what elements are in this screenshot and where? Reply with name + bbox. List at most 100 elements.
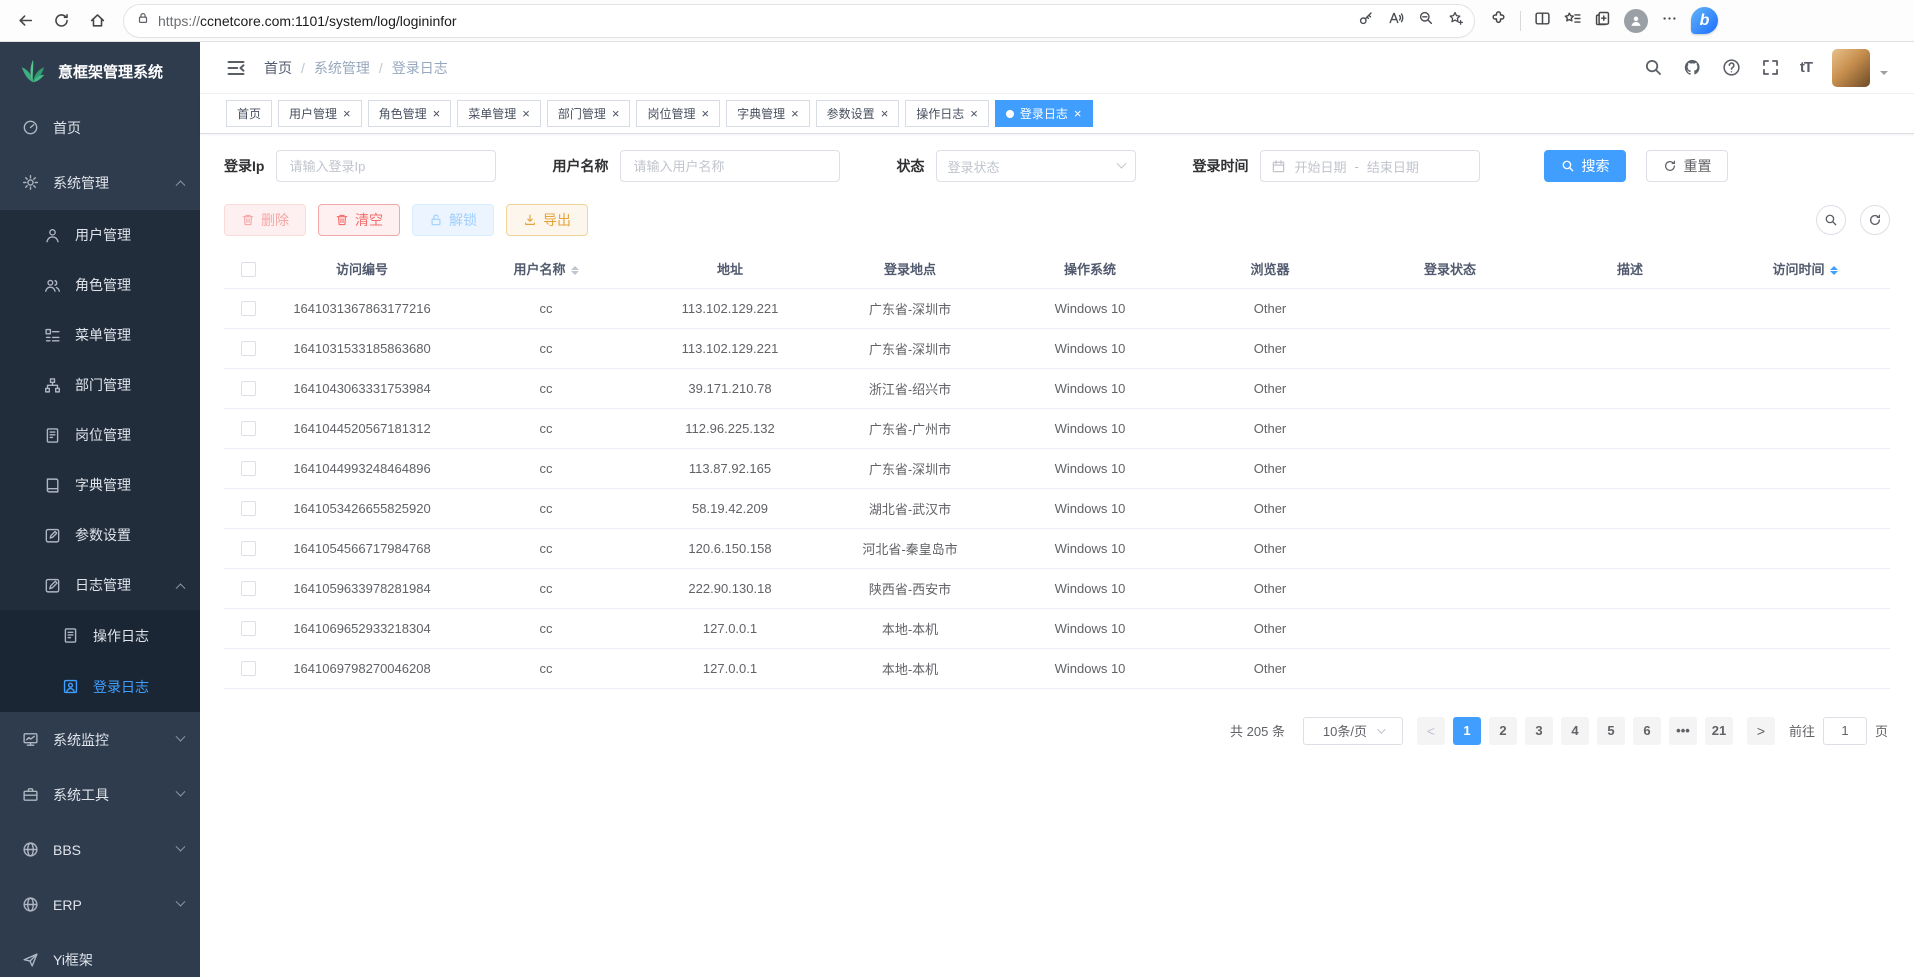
favorite-add-icon[interactable]	[1448, 10, 1464, 31]
header-search-icon[interactable]	[1644, 58, 1663, 77]
sidebar-item-system-monitor[interactable]: 系统监控	[0, 712, 200, 767]
sidebar-item-user-management[interactable]: 用户管理	[0, 210, 200, 260]
close-icon[interactable]: ×	[1074, 107, 1082, 120]
page-size-select[interactable]: 10条/页	[1303, 717, 1403, 745]
page-button-5[interactable]: 5	[1597, 717, 1625, 745]
row-checkbox[interactable]	[241, 541, 256, 556]
favorites-bar-icon[interactable]	[1564, 10, 1581, 32]
split-screen-icon[interactable]	[1534, 10, 1551, 32]
sidebar-item-role-management[interactable]: 角色管理	[0, 260, 200, 310]
sidebar-item-erp[interactable]: ERP	[0, 877, 200, 932]
sidebar-item-bbs[interactable]: BBS	[0, 822, 200, 877]
tab-dict-mgmt[interactable]: 字典管理×	[726, 100, 810, 127]
tab-post-mgmt[interactable]: 岗位管理×	[636, 100, 720, 127]
row-checkbox[interactable]	[241, 661, 256, 676]
close-icon[interactable]: ×	[791, 107, 799, 120]
font-size-icon[interactable]: tT	[1800, 59, 1812, 76]
sidebar-item-menu-management[interactable]: 菜单管理	[0, 310, 200, 360]
sidebar-item-param-settings[interactable]: 参数设置	[0, 510, 200, 560]
sidebar-item-post-management[interactable]: 岗位管理	[0, 410, 200, 460]
toggle-search-button[interactable]	[1816, 205, 1846, 235]
sidebar-item-system-tools[interactable]: 系统工具	[0, 767, 200, 822]
page-button-1[interactable]: 1	[1453, 717, 1481, 745]
close-icon[interactable]: ×	[522, 107, 530, 120]
close-icon[interactable]: ×	[343, 107, 351, 120]
sidebar-item-home[interactable]: 首页	[0, 100, 200, 155]
bing-chat-icon[interactable]: b	[1691, 7, 1718, 34]
sidebar-item-login-log[interactable]: 登录日志	[0, 661, 200, 712]
page-button-4[interactable]: 4	[1561, 717, 1589, 745]
cell-browser: Other	[1180, 368, 1360, 408]
tab-op-log[interactable]: 操作日志×	[905, 100, 989, 127]
avatar[interactable]	[1832, 49, 1870, 87]
close-icon[interactable]: ×	[433, 107, 441, 120]
username-input[interactable]	[620, 150, 840, 182]
row-checkbox[interactable]	[241, 421, 256, 436]
tab-user-mgmt[interactable]: 用户管理×	[278, 100, 362, 127]
more-menu-icon[interactable]	[1661, 10, 1678, 32]
row-checkbox[interactable]	[241, 301, 256, 316]
tab-dept-mgmt[interactable]: 部门管理×	[547, 100, 631, 127]
tab-param-set[interactable]: 参数设置×	[816, 100, 900, 127]
row-checkbox[interactable]	[241, 501, 256, 516]
row-checkbox[interactable]	[241, 621, 256, 636]
login-ip-input[interactable]	[276, 150, 496, 182]
column-username[interactable]: 用户名称	[452, 250, 640, 288]
home-icon[interactable]	[82, 6, 112, 36]
help-icon[interactable]	[1722, 58, 1741, 77]
breadcrumb-item[interactable]: 系统管理	[314, 58, 370, 78]
close-icon[interactable]: ×	[881, 107, 889, 120]
sidebar-item-log-management[interactable]: 日志管理	[0, 560, 200, 610]
row-checkbox[interactable]	[241, 341, 256, 356]
tab-role-mgmt[interactable]: 角色管理×	[368, 100, 452, 127]
sidebar-item-operation-log[interactable]: 操作日志	[0, 610, 200, 661]
page-button-6[interactable]: 6	[1633, 717, 1661, 745]
close-icon[interactable]: ×	[701, 107, 709, 120]
more-pages-button[interactable]: •••	[1669, 717, 1697, 745]
close-icon[interactable]: ×	[612, 107, 620, 120]
password-key-icon[interactable]	[1358, 10, 1374, 31]
prev-page-button[interactable]: <	[1417, 717, 1445, 745]
url-bar[interactable]: https://ccnetcore.com:1101/system/log/lo…	[124, 5, 1474, 37]
back-icon[interactable]	[10, 6, 40, 36]
login-ip-label: 登录Ip	[224, 156, 264, 176]
tab-home[interactable]: 首页	[226, 100, 272, 127]
sidebar-item-yi-framework[interactable]: Yi框架	[0, 932, 200, 977]
delete-button[interactable]: 删除	[224, 204, 306, 236]
row-checkbox[interactable]	[241, 381, 256, 396]
status-select[interactable]: 登录状态	[936, 150, 1136, 182]
zoom-out-icon[interactable]	[1418, 10, 1434, 31]
page-button-2[interactable]: 2	[1489, 717, 1517, 745]
search-button[interactable]: 搜索	[1544, 150, 1626, 182]
row-checkbox[interactable]	[241, 461, 256, 476]
unlock-button[interactable]: 解锁	[412, 204, 494, 236]
page-button-3[interactable]: 3	[1525, 717, 1553, 745]
tab-menu-mgmt[interactable]: 菜单管理×	[457, 100, 541, 127]
sidebar-item-label: 参数设置	[75, 525, 131, 545]
sidebar-item-dept-management[interactable]: 部门管理	[0, 360, 200, 410]
browser-profile-icon[interactable]	[1624, 9, 1648, 33]
next-page-button[interactable]: >	[1747, 717, 1775, 745]
tab-login-log[interactable]: 登录日志×	[995, 100, 1093, 127]
refresh-icon[interactable]	[46, 6, 76, 36]
fullscreen-icon[interactable]	[1761, 58, 1780, 77]
github-icon[interactable]	[1683, 58, 1702, 77]
column-time[interactable]: 访问时间	[1720, 250, 1890, 288]
breadcrumb-item[interactable]: 首页	[264, 58, 292, 78]
close-icon[interactable]: ×	[970, 107, 978, 120]
collections-icon[interactable]	[1594, 10, 1611, 32]
reset-button[interactable]: 重置	[1646, 150, 1728, 182]
refresh-table-button[interactable]	[1860, 205, 1890, 235]
date-range-picker[interactable]: 开始日期 - 结束日期	[1260, 150, 1480, 182]
menu-fold-icon[interactable]	[226, 58, 246, 78]
export-button[interactable]: 导出	[506, 204, 588, 236]
goto-page-input[interactable]	[1823, 717, 1867, 745]
row-checkbox[interactable]	[241, 581, 256, 596]
sidebar-item-dict-management[interactable]: 字典管理	[0, 460, 200, 510]
extensions-icon[interactable]	[1490, 10, 1507, 32]
read-aloud-icon[interactable]	[1388, 10, 1404, 31]
page-button-21[interactable]: 21	[1705, 717, 1733, 745]
clear-button[interactable]: 清空	[318, 204, 400, 236]
select-all-checkbox[interactable]	[241, 262, 256, 277]
sidebar-item-system-management[interactable]: 系统管理	[0, 155, 200, 210]
